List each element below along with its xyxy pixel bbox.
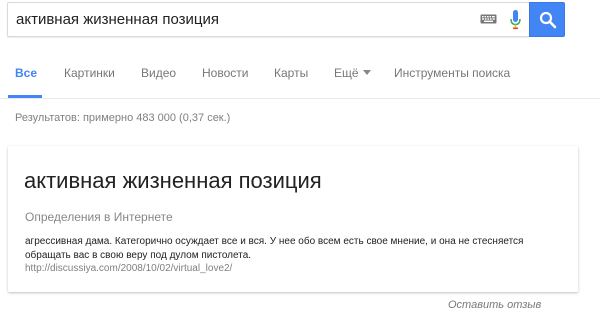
- search-icon: [539, 11, 557, 29]
- card-title: активная жизненная позиция: [24, 168, 322, 193]
- microphone-icon[interactable]: [510, 10, 521, 30]
- tab-more-label: Ещё: [334, 66, 359, 80]
- search-box: [7, 2, 529, 37]
- tab-maps[interactable]: Карты: [274, 66, 308, 80]
- active-tab-indicator: [8, 95, 42, 98]
- tab-images[interactable]: Картинки: [64, 66, 115, 80]
- feedback-link[interactable]: Оставить отзыв: [448, 299, 541, 311]
- tab-news[interactable]: Новости: [202, 66, 248, 80]
- tab-all[interactable]: Все: [15, 66, 37, 80]
- result-stats: Результатов: примерно 483 000 (0,37 сек.…: [15, 112, 231, 124]
- tab-video[interactable]: Видео: [141, 66, 176, 80]
- search-tabs: Все Картинки Видео Новости Карты Ещё Инс…: [0, 54, 600, 99]
- chevron-down-icon: [362, 70, 371, 76]
- tab-search-tools[interactable]: Инструменты поиска: [394, 66, 510, 80]
- source-link[interactable]: http://discussiya.com/2008/10/02/virtual…: [25, 263, 232, 274]
- search-button[interactable]: [529, 2, 565, 37]
- tab-more[interactable]: Ещё: [334, 66, 371, 80]
- card-subtitle: Определения в Интернете: [25, 210, 173, 224]
- definition-card: активная жизненная позиция Определения в…: [8, 146, 578, 292]
- keyboard-icon[interactable]: [480, 14, 497, 24]
- search-input[interactable]: [16, 3, 466, 36]
- search-results-page: Все Картинки Видео Новости Карты Ещё Инс…: [0, 0, 600, 319]
- definition-text: агрессивная дама. Категорично осуждает в…: [25, 236, 524, 261]
